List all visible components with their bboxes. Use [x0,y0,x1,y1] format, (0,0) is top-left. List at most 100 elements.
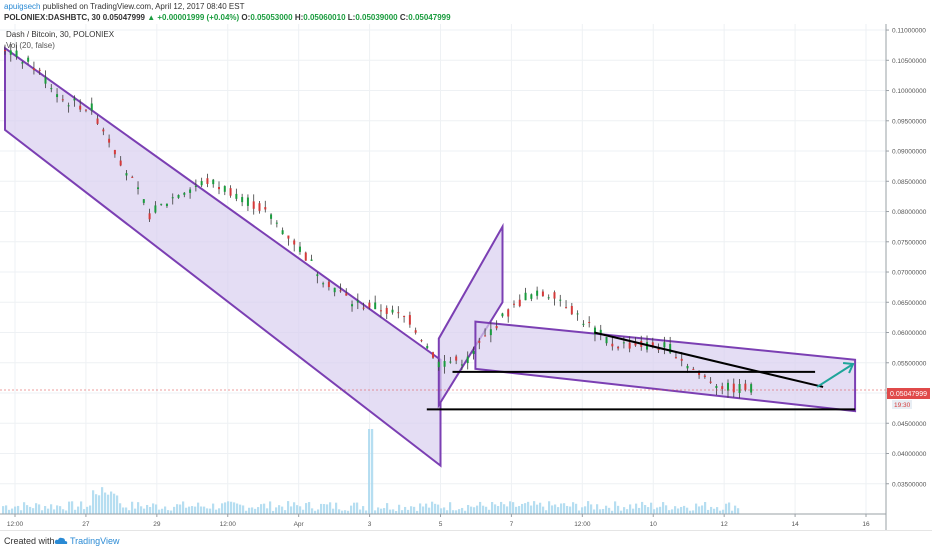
volume-bar [659,506,662,514]
volume-bar [545,510,548,514]
candle-body [165,203,168,206]
volume-bar [242,505,245,514]
volume-bar [44,506,47,514]
volume-bar [77,506,80,514]
publish-line: apuigsech published on TradingView.com, … [4,1,244,12]
volume-bar [455,510,458,514]
volume-bar [299,506,302,514]
volume-bar [8,509,11,514]
volume-bar [65,510,68,514]
candle-body [368,302,371,308]
volume-bar [116,495,119,514]
candle-body [680,358,683,361]
price-axis[interactable]: 0.11000000 0.10500000 0.10000000 0.09500000… [886,28,927,489]
volume-bar [713,508,716,514]
candle-body [38,69,41,71]
volume-bar [629,504,632,514]
price-chart[interactable]: 0.11000000 0.10500000 0.10000000 0.09500000… [0,24,932,530]
candle-body [432,352,435,358]
volume-bar [566,505,569,514]
volume-bar [20,510,23,514]
candle-body [44,77,47,84]
volume-bar [404,506,407,514]
candle-body [530,294,533,299]
candle-body [15,50,18,57]
last-price: 0.05047999 [102,13,145,22]
volume-bar [386,503,389,514]
y-tick-label: 0.11000000 [892,28,926,35]
candle-body [715,385,718,389]
volume-bar [320,503,323,514]
volume-bar [518,506,521,514]
open-label: O: [241,13,251,22]
volume-bar [278,505,281,514]
candle-body [246,197,249,206]
volume-bar [155,504,158,514]
volume-bar [485,506,488,514]
volume-bar [92,490,95,514]
candle-body [472,350,475,355]
candle-body [177,194,180,198]
author-link[interactable]: apuigsech [4,2,40,11]
candle-body [160,203,163,205]
volume-bar [677,508,680,514]
volume-bar [614,501,617,514]
candle-body [356,300,359,303]
candle-body [73,98,76,101]
last-price-badge: 0.05047999 19:30 [887,388,930,409]
candle-body [536,290,539,296]
candle-body [391,309,394,313]
volume-bar [458,509,461,514]
volume-bar [344,510,347,514]
volume-bar [584,506,587,514]
volume-bar [263,503,266,514]
volume-bar [542,506,545,514]
candle-body [460,364,463,366]
candle-body [4,49,6,52]
volume-bar [125,507,128,514]
candle-body [189,189,192,193]
volume-bar [557,507,560,514]
volume-bar [107,494,110,514]
volume-bar [392,509,395,514]
volume-bar [323,504,326,514]
candle-body [379,310,382,312]
volume-bar [431,501,434,514]
volume-bar [722,509,725,514]
volume-bar [425,503,428,514]
volume-bar [83,509,86,514]
volume-bar [407,509,410,514]
x-tick-label: 10 [650,521,658,528]
volume-bar [371,429,374,514]
legend-main: Dash / Bitcoin, 30, POLONIEX [6,30,115,39]
volume-bar [80,501,83,514]
volume-bar [737,508,740,514]
candle-body [148,213,151,220]
candle-body [426,345,429,349]
volume-bar [710,506,713,514]
candle-body [576,313,579,315]
volume-bar [602,508,605,514]
candle-body [9,50,12,55]
candle-body [235,193,238,199]
candle-body [559,299,562,301]
volume-bar [14,506,17,514]
volume-bar [596,504,599,514]
candle-body [212,179,215,185]
candle-body [218,187,221,190]
candle-body [61,99,64,101]
tradingview-brand[interactable]: TradingView [70,531,120,551]
volume-bar [644,505,647,514]
volume-bar [50,504,53,514]
volume-bar [68,501,71,514]
volume-bar [665,505,668,514]
volume-bar [626,509,629,514]
volume-bar [62,509,65,514]
volume-bar [113,493,116,514]
volume-bar [632,508,635,514]
volume-bar [476,505,479,514]
volume-bar [389,509,392,514]
volume-bar [137,502,140,514]
candle-body [547,297,550,299]
volume-bar [362,506,365,514]
